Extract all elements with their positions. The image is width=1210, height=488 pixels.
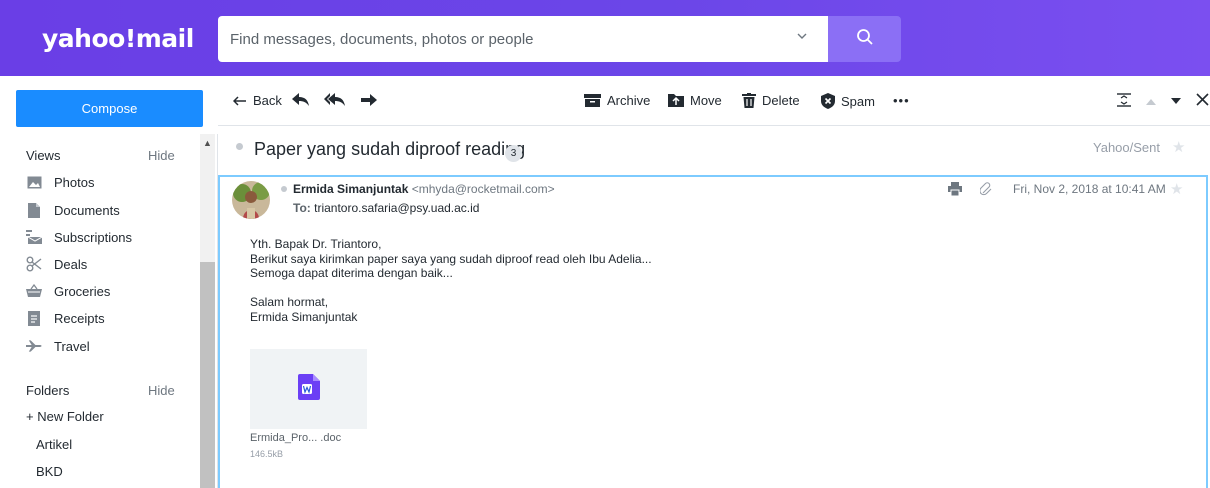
caret-up-icon bbox=[1146, 93, 1156, 108]
sidebar-item-documents[interactable]: Documents bbox=[26, 198, 120, 222]
sidebar-item-label: Groceries bbox=[54, 283, 111, 299]
body-line: Ermida Simanjuntak bbox=[250, 309, 358, 324]
compose-button[interactable]: Compose bbox=[16, 90, 203, 127]
folder-move-icon bbox=[668, 94, 684, 107]
sidebar-scrollbar-thumb[interactable] bbox=[200, 262, 215, 488]
sender-line: Ermida Simanjuntak <mhyda@rocketmail.com… bbox=[293, 182, 555, 196]
archive-button[interactable]: Archive bbox=[584, 93, 650, 108]
search-input[interactable] bbox=[230, 27, 770, 51]
folders-hide-link[interactable]: Hide bbox=[148, 383, 175, 398]
body-line: Salam hormat, bbox=[250, 295, 329, 309]
sidebar-folder-artikel[interactable]: Artikel bbox=[36, 437, 72, 452]
attachment-paperclip-icon[interactable] bbox=[979, 182, 992, 201]
close-icon bbox=[1196, 93, 1209, 109]
close-message-button[interactable] bbox=[1196, 93, 1209, 109]
collapse-expand-button[interactable] bbox=[1117, 93, 1131, 110]
scissors-icon bbox=[26, 256, 42, 272]
yahoo-mail-logo[interactable]: yahoo!mail bbox=[42, 24, 194, 53]
archive-icon bbox=[584, 94, 601, 107]
previous-message-button[interactable] bbox=[1146, 93, 1156, 108]
unread-indicator-dot[interactable] bbox=[236, 143, 243, 150]
folders-heading: Folders bbox=[26, 383, 70, 398]
document-icon bbox=[26, 202, 42, 218]
sidebar-item-receipts[interactable]: Receipts bbox=[26, 306, 105, 330]
basket-icon bbox=[26, 283, 42, 299]
next-message-button[interactable] bbox=[1171, 93, 1181, 108]
shield-x-icon bbox=[821, 93, 835, 109]
reply-all-icon bbox=[324, 93, 346, 110]
search-box[interactable] bbox=[218, 16, 828, 62]
sidebar-item-label: Receipts bbox=[54, 310, 105, 326]
sidebar-item-travel[interactable]: Travel bbox=[26, 334, 90, 358]
receipt-icon bbox=[26, 310, 42, 326]
message-subject: Paper yang sudah diproof reading bbox=[254, 139, 526, 159]
sidebar-item-subscriptions[interactable]: Subscriptions bbox=[26, 225, 132, 249]
sender-email: <mhyda@rocketmail.com> bbox=[411, 182, 555, 196]
sidebar-item-label: Travel bbox=[54, 338, 90, 354]
sidebar-folder-bkd[interactable]: BKD bbox=[36, 464, 63, 479]
message-body: Yth. Bapak Dr. Triantoro, Berikut saya k… bbox=[250, 237, 652, 324]
spam-button[interactable]: Spam bbox=[821, 93, 875, 109]
scroll-up-arrow-icon[interactable]: ▲ bbox=[203, 138, 212, 148]
message-date: Fri, Nov 2, 2018 at 10:41 AM bbox=[1013, 182, 1166, 196]
sender-name[interactable]: Ermida Simanjuntak bbox=[293, 182, 408, 196]
attachment-size: 146.5kB bbox=[250, 449, 284, 459]
message-star-icon[interactable]: ★ bbox=[1170, 180, 1183, 198]
reply-all-button[interactable] bbox=[324, 93, 346, 110]
to-label: To: bbox=[293, 201, 311, 215]
move-button[interactable]: Move bbox=[668, 93, 722, 108]
expand-collapse-icon bbox=[1117, 93, 1131, 110]
sidebar-item-groceries[interactable]: Groceries bbox=[26, 279, 110, 303]
avatar bbox=[232, 181, 270, 219]
forward-icon bbox=[360, 93, 378, 110]
sidebar-item-label: Subscriptions bbox=[54, 229, 133, 245]
trash-icon bbox=[742, 93, 756, 108]
thread-count-badge: 3 bbox=[505, 145, 522, 162]
body-line: Berikut saya kirimkan paper saya yang su… bbox=[250, 251, 652, 266]
search-button[interactable] bbox=[828, 16, 901, 62]
sidebar-item-label: Documents bbox=[54, 202, 120, 218]
forward-button[interactable] bbox=[360, 93, 378, 110]
word-doc-icon bbox=[297, 373, 320, 405]
message-card bbox=[218, 175, 1208, 488]
star-icon[interactable]: ★ bbox=[1172, 138, 1185, 156]
sidebar-item-label: Photos bbox=[54, 174, 95, 190]
caret-down-icon bbox=[1171, 93, 1181, 108]
recipient-address[interactable]: triantoro.safaria@psy.uad.ac.id bbox=[314, 201, 479, 215]
sidebar-item-deals[interactable]: Deals bbox=[26, 252, 87, 276]
reply-button[interactable] bbox=[292, 93, 310, 110]
reply-icon bbox=[292, 93, 310, 110]
attachment-tile[interactable] bbox=[250, 349, 367, 429]
sidebar-item-photos[interactable]: Photos bbox=[26, 170, 94, 194]
body-line: Yth. Bapak Dr. Triantoro, bbox=[250, 237, 382, 251]
read-status-dot[interactable] bbox=[281, 186, 287, 192]
new-folder-link[interactable]: + New Folder bbox=[26, 409, 104, 424]
attachment-name[interactable]: Ermida_Pro... .doc bbox=[250, 432, 341, 444]
body-line bbox=[250, 281, 652, 296]
body-line: Semoga dapat diterima dengan baik... bbox=[250, 266, 453, 280]
more-actions-button[interactable]: ••• bbox=[893, 93, 910, 108]
back-button[interactable]: Back bbox=[233, 93, 282, 108]
print-icon[interactable] bbox=[948, 182, 962, 201]
recipient-line: To: triantoro.safaria@psy.uad.ac.id bbox=[293, 201, 479, 215]
arrow-left-icon bbox=[233, 95, 247, 106]
delete-button[interactable]: Delete bbox=[742, 93, 800, 108]
folder-path: Yahoo/Sent bbox=[1093, 140, 1160, 155]
subscriptions-icon bbox=[26, 229, 42, 245]
search-icon bbox=[856, 28, 874, 51]
views-heading: Views bbox=[26, 148, 61, 163]
views-hide-link[interactable]: Hide bbox=[148, 148, 175, 163]
sidebar-item-label: Deals bbox=[54, 256, 88, 272]
photo-icon bbox=[26, 174, 42, 190]
plane-icon bbox=[26, 338, 42, 354]
chevron-down-icon[interactable] bbox=[796, 29, 808, 45]
